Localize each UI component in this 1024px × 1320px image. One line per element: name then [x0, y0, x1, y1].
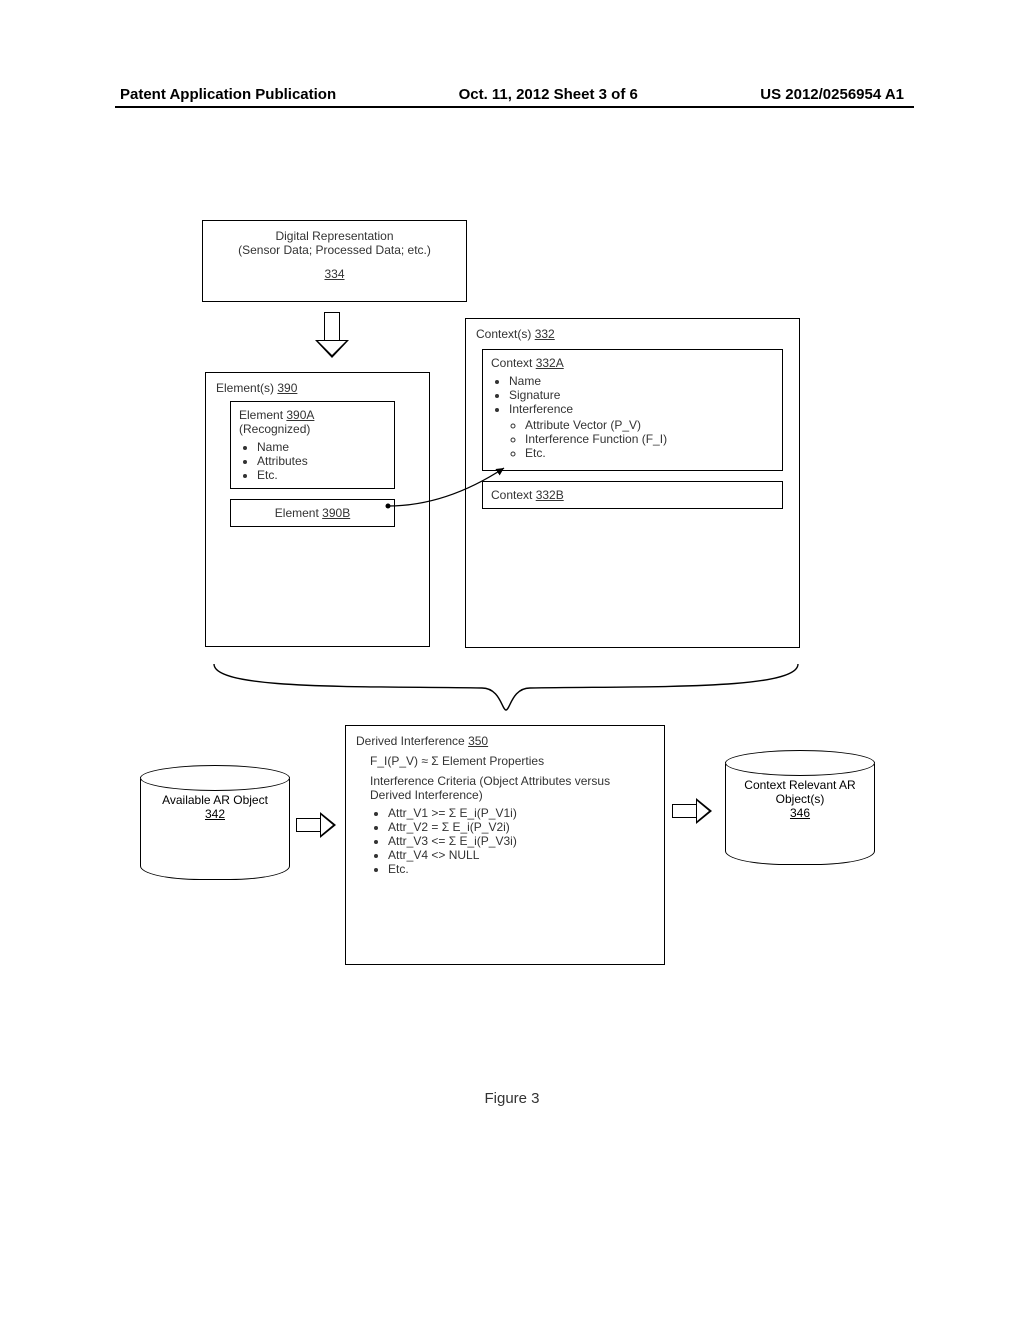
derived-criteria-label: Interference Criteria (Object Attributes… — [370, 774, 654, 802]
ctxA-title: Context — [491, 356, 532, 370]
ctxB-ref: 332B — [536, 488, 564, 502]
criteria-3: Attr_V4 <> NULL — [388, 848, 654, 862]
box-context-332b: Context 332B — [482, 481, 783, 509]
header-left: Patent Application Publication — [120, 86, 336, 103]
digrep-ref: 334 — [324, 267, 344, 281]
el390b-title: Element — [275, 506, 319, 520]
ctxA-list: Name Signature Interference Attribute Ve… — [491, 374, 774, 460]
el390a-item-1: Attributes — [257, 454, 386, 468]
ctxA-item-2: Interference Attribute Vector (P_V) Inte… — [509, 402, 774, 460]
ctxA-item-0: Name — [509, 374, 774, 388]
header-center: Oct. 11, 2012 Sheet 3 of 6 — [459, 86, 638, 103]
cyl-right-ref: 346 — [790, 806, 810, 820]
cyl-left-ref: 342 — [205, 807, 225, 821]
ctxA-sublist: Attribute Vector (P_V) Interference Func… — [509, 418, 774, 460]
criteria-1: Attr_V2 = Σ E_i(P_V2i) — [388, 820, 654, 834]
ctxA-sub-0: Attribute Vector (P_V) — [525, 418, 774, 432]
el390a-sub: (Recognized) — [239, 422, 386, 436]
cylinder-context-relevant-ar: Context Relevant AR Object(s) 346 — [725, 750, 875, 865]
el390a-ref: 390A — [286, 408, 314, 422]
arrow-down-icon — [315, 312, 349, 362]
el390a-item-2: Etc. — [257, 468, 386, 482]
elements-ref: 390 — [277, 381, 297, 395]
cyl-right-label: Context Relevant AR Object(s) — [726, 778, 874, 806]
ctxA-sub-1: Interference Function (F_I) — [525, 432, 774, 446]
box-context-332a: Context 332A Name Signature Interference… — [482, 349, 783, 471]
derived-eq: F_I(P_V) ≈ Σ Element Properties — [370, 754, 654, 768]
header-right: US 2012/0256954 A1 — [760, 86, 904, 103]
derived-ref: 350 — [468, 734, 488, 748]
figure-label: Figure 3 — [110, 1090, 914, 1107]
contexts-ref: 332 — [535, 327, 555, 341]
page-header: Patent Application Publication Oct. 11, … — [0, 86, 1024, 103]
cylinder-available-ar: Available AR Object 342 — [140, 765, 290, 880]
association-arrow — [386, 504, 506, 505]
ctxA-item-1: Signature — [509, 388, 774, 402]
criteria-2: Attr_V3 <= Σ E_i(P_V3i) — [388, 834, 654, 848]
box-derived-interference: Derived Interference 350 F_I(P_V) ≈ Σ El… — [345, 725, 665, 965]
box-element-390a: Element 390A (Recognized) Name Attribute… — [230, 401, 395, 489]
derived-criteria-list: Attr_V1 >= Σ E_i(P_V1i) Attr_V2 = Σ E_i(… — [370, 806, 654, 876]
criteria-4: Etc. — [388, 862, 654, 876]
el390b-ref: 390B — [322, 506, 350, 520]
el390a-item-0: Name — [257, 440, 386, 454]
arrow-right-icon — [296, 812, 340, 838]
figure-diagram: Digital Representation (Sensor Data; Pro… — [110, 220, 914, 1260]
digrep-line1: Digital Representation — [213, 229, 456, 243]
el390a-list: Name Attributes Etc. — [239, 440, 386, 482]
elements-title: Element(s) — [216, 381, 274, 395]
ctxA-ref: 332A — [536, 356, 564, 370]
arrow-right-icon — [672, 798, 716, 824]
box-digital-representation: Digital Representation (Sensor Data; Pro… — [202, 220, 467, 302]
cyl-left-label: Available AR Object — [141, 793, 289, 807]
derived-title: Derived Interference — [356, 734, 465, 748]
box-element-390b: Element 390B — [230, 499, 395, 527]
el390a-title: Element — [239, 408, 283, 422]
criteria-0: Attr_V1 >= Σ E_i(P_V1i) — [388, 806, 654, 820]
curly-brace-icon — [210, 660, 802, 718]
ctxA-sub-2: Etc. — [525, 446, 774, 460]
contexts-title: Context(s) — [476, 327, 531, 341]
header-rule — [115, 106, 914, 108]
digrep-line2: (Sensor Data; Processed Data; etc.) — [213, 243, 456, 257]
